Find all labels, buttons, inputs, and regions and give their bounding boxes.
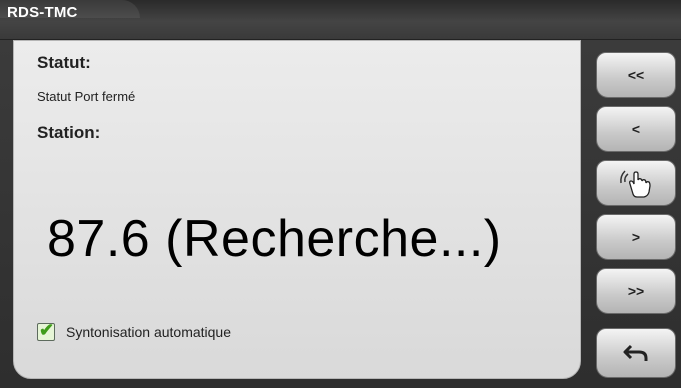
hand-touch-icon (620, 170, 651, 198)
station-label: Station: (37, 123, 101, 142)
back-button[interactable] (596, 328, 676, 378)
right-label: > (631, 229, 641, 245)
auto-tune-checkbox[interactable]: ✔ (37, 320, 55, 341)
seek-fast-back-button[interactable]: << (596, 52, 676, 98)
title-bar: RDS-TMC (0, 0, 681, 40)
undo-arrow-icon (623, 344, 648, 361)
left-label: < (631, 121, 641, 137)
frequency-readout: 87.6 (Recherche...) (47, 210, 502, 268)
content-panel: Statut: Statut Port fermé Station: 87.6 … (13, 40, 581, 379)
seek-back-button[interactable]: < (596, 106, 676, 152)
double-left-label: << (627, 67, 645, 83)
seek-forward-button[interactable]: > (596, 214, 676, 260)
checkmark-icon: ✔ (39, 320, 55, 340)
seek-fast-forward-button[interactable]: >> (596, 268, 676, 314)
status-value: Statut Port fermé (37, 89, 136, 104)
double-right-label: >> (627, 283, 645, 299)
window-title: RDS-TMC (7, 4, 78, 21)
auto-tune-label[interactable]: Syntonisation automatique (66, 324, 231, 340)
status-label: Statut: (37, 53, 91, 72)
manual-tune-button[interactable] (596, 160, 676, 206)
